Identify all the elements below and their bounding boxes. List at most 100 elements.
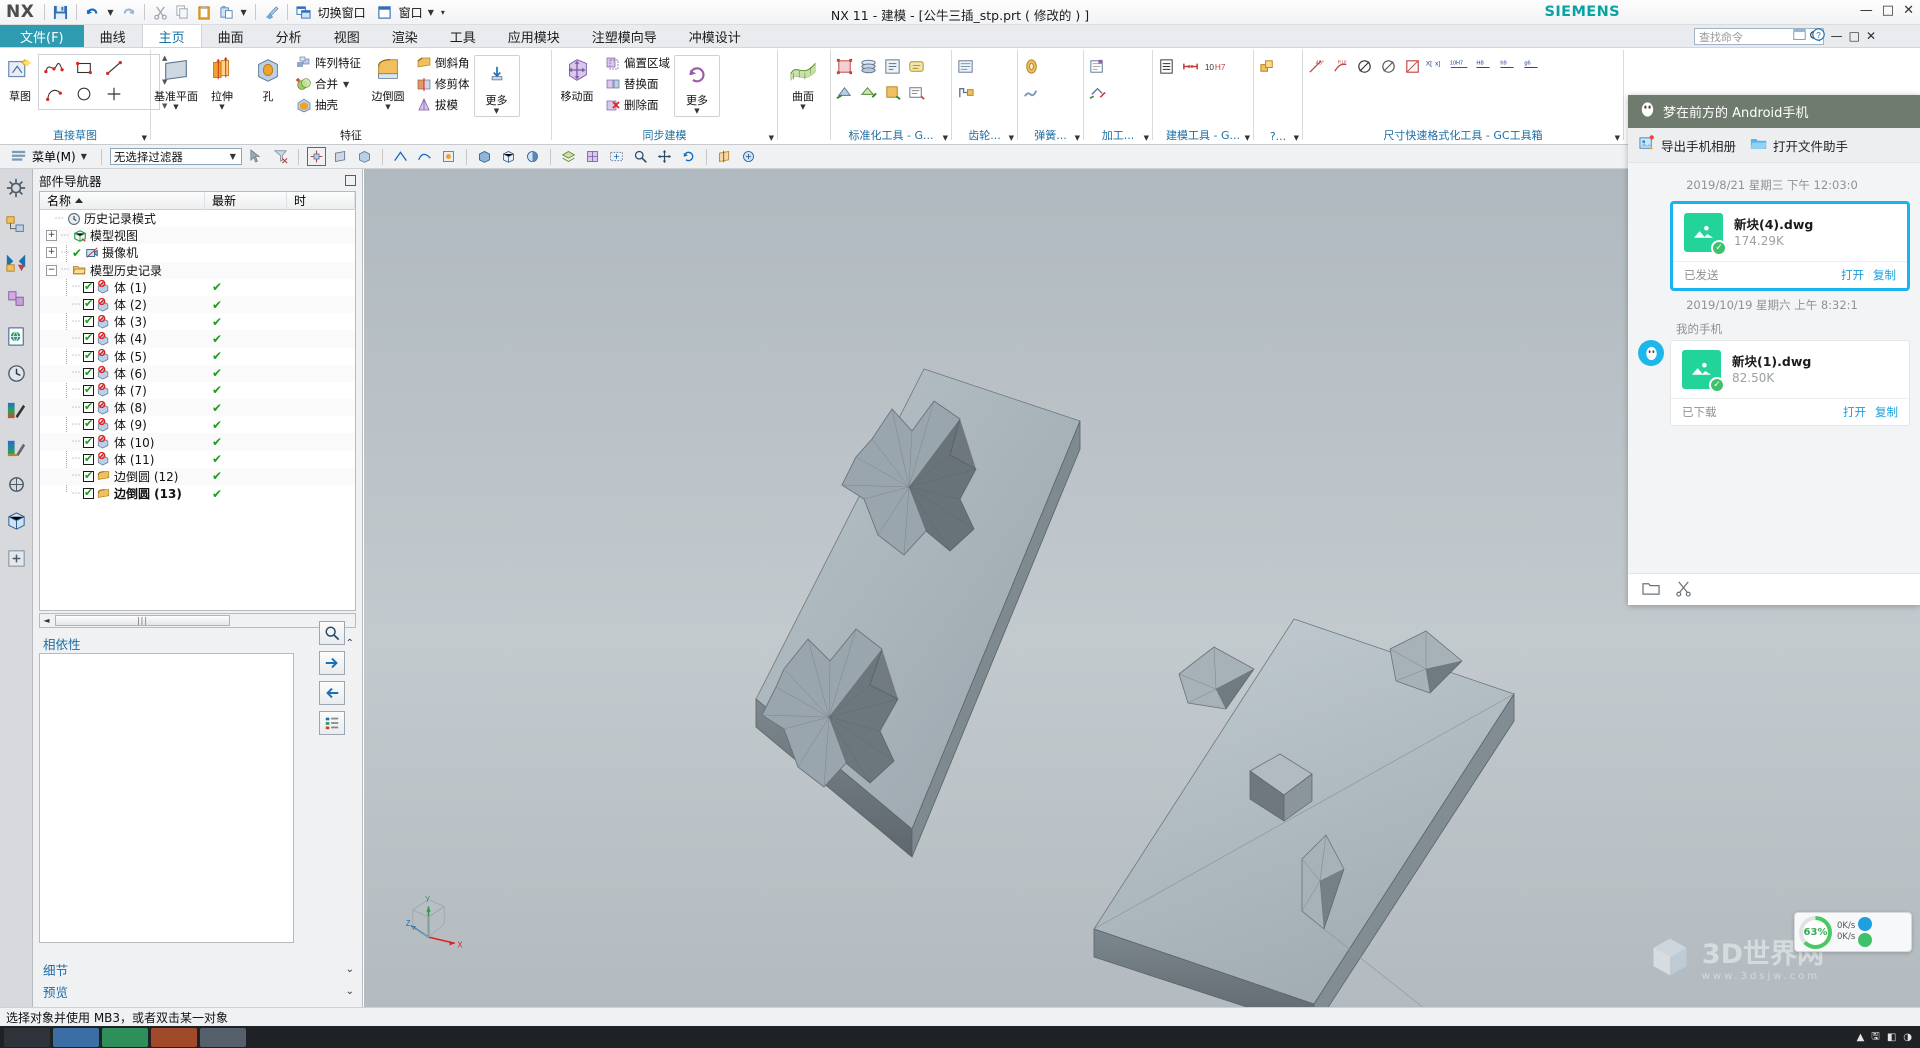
tree-rows[interactable]: ⋯ 历史记录模式 + ⋯ 模型视图 + ⋯ ✔ 摄像机 − ⋯ 模型历史记录 ⋯… (40, 210, 355, 610)
move-face-button[interactable]: 移动面 (554, 51, 600, 106)
replace-face-button[interactable]: 替换面 (601, 74, 673, 94)
std-tool-3-icon[interactable] (881, 55, 903, 77)
unite-caret-icon[interactable]: ▼ (341, 80, 351, 89)
tab-curve[interactable]: 曲线 (84, 25, 142, 47)
chevron-down-icon[interactable]: ⌄ (346, 986, 354, 997)
scroll-thumb[interactable]: ||| (55, 615, 230, 626)
rectangle-icon[interactable] (69, 55, 99, 81)
render-style-icon[interactable] (523, 147, 542, 166)
window-icon[interactable] (375, 3, 394, 22)
paste-dropdown-icon[interactable]: ▼ (239, 8, 249, 17)
taskbar-item-3[interactable] (151, 1027, 197, 1047)
panel-pin-icon[interactable] (345, 174, 356, 186)
tab-file[interactable]: 文件(F) (0, 25, 84, 47)
table-row[interactable]: ⋯ 体 (11) ✔ (40, 451, 355, 468)
modeling-tools-dropdown[interactable]: ▼ (1245, 134, 1250, 142)
curve-select-icon[interactable] (415, 147, 434, 166)
feature-more-button[interactable]: 更多 ▼ (473, 55, 520, 117)
filter-clear-icon[interactable] (271, 147, 290, 166)
fit-icon[interactable] (607, 147, 626, 166)
undo-icon[interactable] (83, 3, 102, 22)
gear-dropdown[interactable]: ▼ (1009, 134, 1014, 142)
std-tool-4-icon[interactable] (905, 55, 927, 77)
datum-plane-button[interactable]: 基准平面 ▼ (153, 51, 199, 112)
resource-more[interactable] (3, 545, 29, 571)
row-checkbox[interactable] (83, 452, 94, 465)
copy-file-link[interactable]: 复制 (1875, 404, 1898, 420)
file-card-selected[interactable]: ✓ 新块(4).dwg 174.29K 已发送 打开 复制 (1670, 201, 1910, 291)
paste-special-icon[interactable] (217, 3, 236, 22)
cut-icon[interactable] (151, 3, 170, 22)
sketch-button[interactable]: 草图 (2, 51, 38, 106)
dependency-back-button[interactable] (319, 681, 345, 705)
point-snap-icon[interactable] (306, 147, 326, 166)
taskbar-start-button[interactable] (4, 1027, 50, 1047)
open-file-assistant-button[interactable]: 打开文件助手 (1750, 135, 1848, 155)
machining-dropdown[interactable]: ▼ (1144, 134, 1149, 142)
details-header[interactable]: 细节 ⌄ (33, 959, 362, 979)
feature-select-icon[interactable] (439, 147, 458, 166)
tree-row-history-mode[interactable]: ⋯ 历史记录模式 (40, 210, 355, 227)
mach-1-icon[interactable] (1086, 55, 1108, 77)
spring-dropdown[interactable]: ▼ (1075, 134, 1080, 142)
resource-palette[interactable] (3, 397, 29, 423)
model-2-icon[interactable] (1179, 55, 1201, 77)
gear-1-icon[interactable] (954, 55, 976, 77)
circle-icon[interactable] (69, 81, 99, 107)
menu-button[interactable]: 菜单(M) ▼ (6, 146, 93, 167)
extrude-caret-icon[interactable]: ▼ (219, 104, 224, 111)
download-progress-widget[interactable]: 63% 0K/s 0K/s (1794, 912, 1912, 952)
tab-analysis[interactable]: 分析 (260, 25, 318, 47)
table-row[interactable]: ⋯ 体 (3) ✔ (40, 313, 355, 330)
dim-3-icon[interactable] (1353, 55, 1375, 77)
help-icon[interactable]: ? (1811, 28, 1825, 44)
window-dropdown-icon[interactable]: ▼ (426, 8, 436, 17)
pan-icon[interactable] (655, 147, 674, 166)
spring-1-icon[interactable] (1020, 55, 1042, 77)
edge-select-icon[interactable] (391, 147, 410, 166)
table-row[interactable]: ⋯ 体 (9) ✔ (40, 416, 355, 433)
window-tile-icon[interactable] (1793, 28, 1806, 44)
row-checkbox[interactable] (83, 435, 94, 448)
row-checkbox[interactable] (83, 469, 94, 482)
tray-icon-1[interactable]: ▲ (1857, 1032, 1865, 1043)
taskbar-item-2[interactable] (102, 1027, 148, 1047)
resource-system-scene[interactable] (3, 471, 29, 497)
dependencies-header[interactable]: 相依性 ⌃ (33, 633, 362, 653)
line-icon[interactable] (99, 55, 129, 81)
shell-button[interactable]: 抽壳 (292, 95, 364, 115)
delete-face-button[interactable]: 删除面 (601, 95, 673, 115)
dim-5-icon[interactable] (1401, 55, 1423, 77)
tree-row-cameras[interactable]: + ⋯ ✔ 摄像机 (40, 244, 355, 261)
std-tool-7-icon[interactable] (881, 81, 903, 103)
chevron-down-icon[interactable]: ▼ (228, 152, 238, 161)
draft-button[interactable]: 拔模 (412, 95, 473, 115)
chevron-up-icon[interactable]: ⌃ (346, 638, 354, 649)
body-select-icon[interactable] (355, 147, 374, 166)
expander-icon[interactable]: + (46, 230, 57, 242)
table-row[interactable]: ⋯ 体 (4) ✔ (40, 330, 355, 348)
window-label[interactable]: 窗口 (397, 4, 423, 21)
list-item[interactable]: ✓ 新块(1).dwg 82.50K 已下载 打开 复制 (1628, 340, 1920, 426)
datum-plane-caret-icon[interactable]: ▼ (173, 104, 178, 111)
model-1-icon[interactable] (1155, 55, 1177, 77)
ribbon-close-icon[interactable]: ✕ (1866, 29, 1876, 43)
unite-button[interactable]: 合并 ▼ (292, 74, 364, 94)
table-row[interactable]: ⋯ 边倒圆 (12) ✔ (40, 467, 355, 485)
more-view-icon[interactable] (739, 147, 758, 166)
tray-icon-2[interactable]: 🖫 (1871, 1029, 1880, 1046)
tab-die-design[interactable]: 冲模设计 (673, 25, 757, 47)
row-checkbox[interactable] (83, 280, 94, 293)
hole-button[interactable]: 孔 (245, 51, 291, 106)
dim-7-icon[interactable]: 10H7 (1449, 55, 1471, 77)
trim-body-button[interactable]: 修剪体 (412, 74, 473, 94)
face-select-icon[interactable] (331, 147, 350, 166)
qq-message-list[interactable]: 2019/8/21 星期三 下午 12:03:0 ✓ 新块(4).dwg 174… (1628, 163, 1920, 573)
paste-icon[interactable] (195, 3, 214, 22)
row-checkbox[interactable] (83, 331, 94, 345)
taskbar-item-1[interactable] (53, 1027, 99, 1047)
offset-region-button[interactable]: 偏置区域 (601, 53, 673, 73)
point-icon[interactable] (99, 81, 129, 107)
rotate-icon[interactable] (679, 147, 698, 166)
row-checkbox[interactable] (83, 417, 94, 431)
